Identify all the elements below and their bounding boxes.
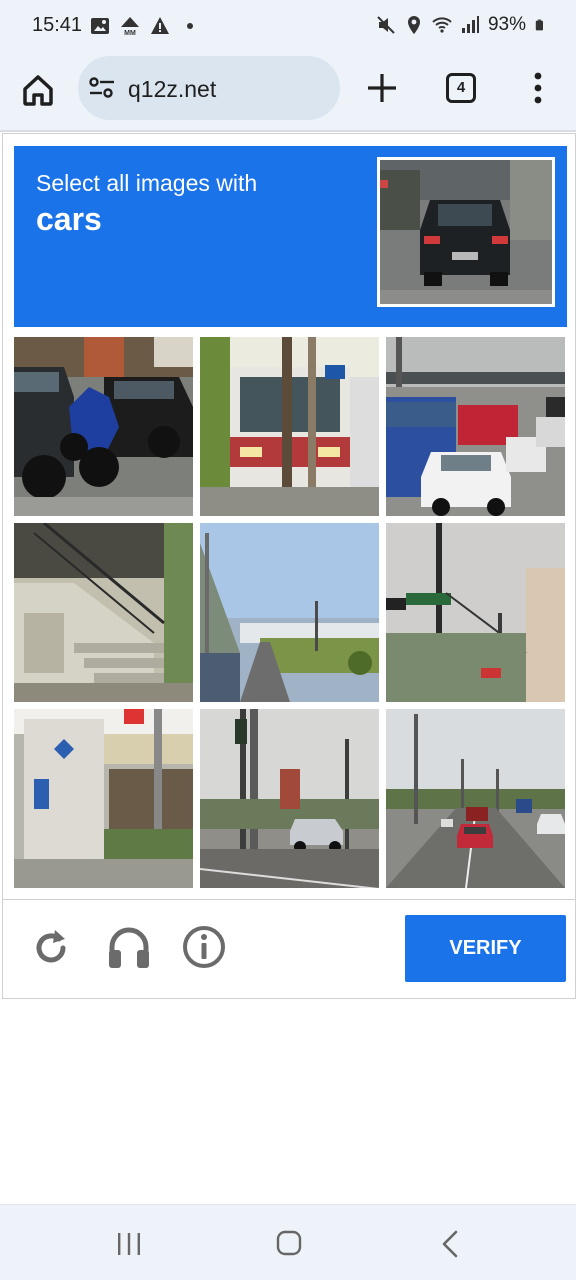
tile-8-intersection-car[interactable] [200, 709, 379, 888]
url-text[interactable]: q12z.net [128, 76, 216, 103]
mm-icon: MM [121, 17, 139, 36]
battery-icon [535, 19, 543, 31]
browser-toolbar: q12z.net 4 [0, 52, 576, 130]
tile-5-road-horizon[interactable] [200, 523, 379, 702]
svg-text:MM: MM [124, 30, 136, 36]
nav-home-icon[interactable] [276, 1230, 302, 1256]
footer-divider [3, 899, 575, 900]
recents-icon[interactable] [116, 1231, 142, 1257]
challenge-header: Select all images with cars [14, 146, 567, 327]
wifi-icon [432, 17, 452, 33]
captcha-widget: Select all images with cars VERIFY [2, 133, 576, 999]
new-tab-icon[interactable] [364, 70, 400, 106]
mute-icon [377, 16, 395, 34]
system-nav-bar [0, 1204, 576, 1280]
home-icon[interactable] [18, 70, 58, 110]
sample-image [377, 157, 555, 307]
tile-grid [14, 337, 567, 890]
instruction-target: cars [36, 201, 102, 237]
reload-icon[interactable] [29, 926, 73, 970]
image-icon [91, 18, 109, 34]
status-time: 15:41 [32, 14, 83, 36]
signal-icon [461, 16, 479, 33]
headphones-icon[interactable] [106, 924, 152, 970]
tile-1-parked-car-motorcycle[interactable] [14, 337, 193, 516]
tile-3-traffic-truck[interactable] [386, 337, 565, 516]
instruction: Select all images with cars [36, 170, 257, 238]
url-bar[interactable]: q12z.net [78, 56, 340, 120]
battery-percent: 93% [487, 14, 526, 35]
location-icon [407, 16, 420, 34]
back-icon[interactable] [440, 1229, 462, 1259]
tile-7-building-corner[interactable] [14, 709, 193, 888]
dot-icon [187, 23, 193, 29]
tab-switcher-button[interactable]: 4 [446, 73, 476, 103]
verify-button[interactable]: VERIFY [405, 915, 566, 982]
tile-2-bus[interactable] [200, 337, 379, 516]
warning-icon [151, 17, 169, 34]
tile-4-stairs[interactable] [14, 523, 193, 702]
tile-9-highway-cars[interactable] [386, 709, 565, 888]
tile-6-street-sign[interactable] [386, 523, 565, 702]
overflow-menu-icon[interactable] [525, 68, 551, 108]
info-icon[interactable] [181, 924, 227, 970]
status-bar: 15:41 MM 93% [0, 0, 576, 52]
site-settings-icon[interactable] [88, 76, 116, 100]
instruction-text: Select all images with [36, 170, 258, 196]
toolbar-divider [0, 130, 576, 132]
